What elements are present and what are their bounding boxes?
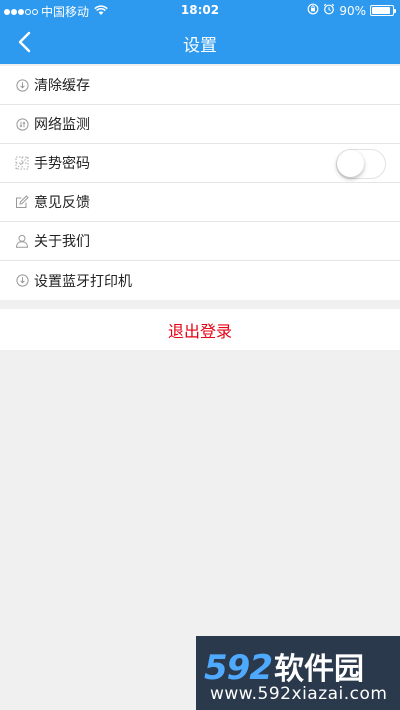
nav-bar: 设置: [0, 20, 400, 64]
watermark-logo: 592 软件园 www.592xiazai.com: [196, 636, 400, 710]
watermark-brand: 592 软件园: [204, 644, 364, 688]
settings-item-label: 意见反馈: [34, 195, 90, 211]
clear-cache-icon: [15, 78, 29, 92]
page-title: 设置: [183, 36, 217, 56]
network-monitor-icon: [15, 117, 29, 131]
settings-item-label: 关于我们: [34, 234, 90, 250]
bluetooth-printer-icon: [15, 274, 29, 288]
battery-fill: [372, 7, 390, 14]
battery-icon: [370, 5, 396, 16]
settings-item-bluetooth-printer[interactable]: 设置蓝牙打印机: [0, 261, 400, 300]
app-header: 中国移动 18:02 90% 设置: [0, 0, 400, 64]
gesture-password-toggle[interactable]: [336, 149, 386, 179]
settings-item-gesture-password: 手势密码: [0, 144, 400, 183]
logout-button[interactable]: 退出登录: [168, 318, 232, 342]
logout-section: 退出登录: [0, 309, 400, 350]
watermark-number: 592: [204, 648, 273, 688]
watermark-url: www.592xiazai.com: [210, 684, 388, 704]
status-right: 90%: [307, 3, 396, 18]
battery-percent: 90%: [339, 3, 366, 18]
settings-item-network-monitor[interactable]: 网络监测: [0, 105, 400, 144]
settings-list: 清除缓存 网络监测 手势密码 意见反馈 关于我们 设置蓝牙打印机: [0, 66, 400, 300]
settings-item-label: 手势密码: [34, 156, 90, 172]
watermark-text: 软件园: [273, 652, 364, 687]
gesture-pattern-icon: [15, 156, 29, 170]
settings-item-about-us[interactable]: 关于我们: [0, 222, 400, 261]
status-bar: 中国移动 18:02 90%: [0, 0, 400, 20]
settings-item-feedback[interactable]: 意见反馈: [0, 183, 400, 222]
settings-item-label: 网络监测: [34, 117, 90, 133]
settings-item-label: 设置蓝牙打印机: [34, 273, 132, 290]
user-icon: [15, 234, 29, 248]
toggle-knob: [337, 150, 364, 177]
settings-item-label: 清除缓存: [34, 78, 90, 94]
feedback-edit-icon: [15, 195, 29, 209]
alarm-icon: [323, 3, 335, 18]
lock-rotation-icon: [307, 3, 319, 18]
settings-item-clear-cache[interactable]: 清除缓存: [0, 66, 400, 105]
